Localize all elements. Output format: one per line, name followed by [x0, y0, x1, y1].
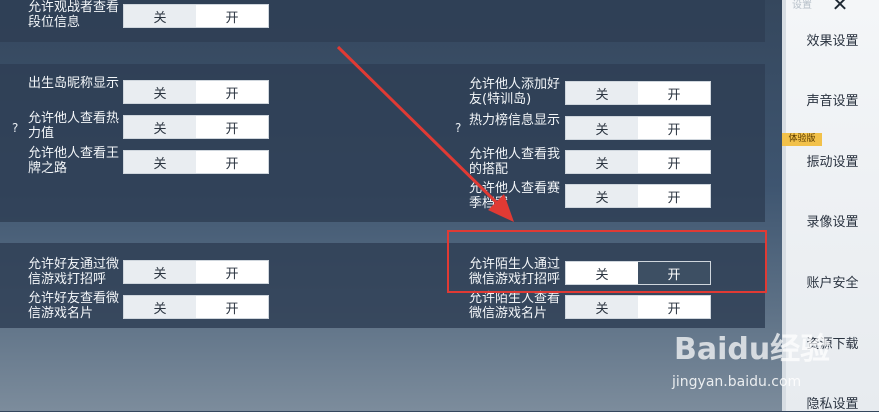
toggle-on-option[interactable]: 开 [196, 5, 268, 27]
toggle-off-option[interactable]: 关 [124, 261, 196, 283]
toggle-heat-value[interactable]: 关 开 [123, 115, 269, 139]
sidebar-item-recording[interactable]: 录像设置 [786, 211, 879, 230]
sidebar-item-vibration[interactable]: 振动设置 [786, 151, 879, 170]
toggle-heat-board[interactable]: 关 开 [565, 116, 711, 140]
sidebar-item-privacy[interactable]: 隐私设置 [786, 393, 879, 412]
toggle-on-option[interactable]: 开 [638, 262, 710, 284]
sidebar-item-sound[interactable]: 声音设置 [786, 90, 879, 109]
settings-sidebar: 效果设置 声音设置 振动设置 录像设置 账户安全 资源下载 隐私设置 [786, 0, 879, 412]
toggle-spawn-nickname[interactable]: 关 开 [123, 80, 269, 104]
toggle-on-option[interactable]: 开 [196, 261, 268, 283]
setting-label: 热力榜信息显示 [469, 113, 561, 128]
setting-label: 允许他人查看王牌之路 [28, 146, 120, 176]
setting-label: 允许好友查看微信游戏名片 [28, 291, 120, 321]
toggle-on-option[interactable]: 开 [196, 151, 268, 173]
toggle-on-option[interactable]: 开 [196, 116, 268, 138]
toggle-off-option[interactable]: 关 [566, 296, 638, 318]
sidebar-item-resource-download[interactable]: 资源下载 [786, 333, 879, 352]
help-icon[interactable]: ? [455, 121, 461, 135]
toggle-on-option[interactable]: 开 [638, 151, 710, 173]
setting-label: 允许他人查看赛季档案 [469, 181, 561, 211]
toggle-ace-road[interactable]: 关 开 [123, 150, 269, 174]
setting-label: 允许他人查看热力值 [28, 111, 120, 141]
toggle-stranger-greet[interactable]: 关 开 [565, 261, 711, 285]
toggle-off-option[interactable]: 关 [124, 116, 196, 138]
setting-label: 允许他人查看我的搭配 [469, 147, 561, 177]
toggle-friend-greet[interactable]: 关 开 [123, 260, 269, 284]
toggle-on-option[interactable]: 开 [638, 296, 710, 318]
setting-label: 允许观战者查看段位信息 [28, 0, 120, 30]
toggle-off-option[interactable]: 关 [566, 82, 638, 104]
sidebar-title: 设置 [792, 0, 812, 11]
toggle-off-option[interactable]: 关 [124, 296, 196, 318]
toggle-on-option[interactable]: 开 [638, 117, 710, 139]
help-icon[interactable]: ? [12, 121, 18, 135]
sidebar-item-effects[interactable]: 效果设置 [786, 30, 879, 49]
toggle-off-option[interactable]: 关 [124, 81, 196, 103]
toggle-season-archive[interactable]: 关 开 [565, 184, 711, 208]
toggle-add-friend[interactable]: 关 开 [565, 81, 711, 105]
toggle-on-option[interactable]: 开 [638, 82, 710, 104]
toggle-off-option[interactable]: 关 [566, 185, 638, 207]
setting-label: 允许他人添加好友(特训岛) [469, 77, 561, 107]
sidebar-item-account-security[interactable]: 账户安全 [786, 272, 879, 291]
toggle-on-option[interactable]: 开 [638, 185, 710, 207]
toggle-stranger-card[interactable]: 关 开 [565, 295, 711, 319]
close-icon[interactable]: ✕ [826, 0, 854, 16]
trial-badge: 体验版 [782, 133, 822, 146]
toggle-off-option[interactable]: 关 [566, 262, 638, 284]
toggle-spectator-rank[interactable]: 关 开 [123, 4, 269, 28]
toggle-off-option[interactable]: 关 [566, 151, 638, 173]
setting-label: 允许陌生人查看微信游戏名片 [469, 291, 561, 321]
toggle-off-option[interactable]: 关 [566, 117, 638, 139]
setting-label: 允许陌生人通过微信游戏打招呼 [469, 257, 561, 287]
setting-label: 允许好友通过微信游戏打招呼 [28, 257, 120, 287]
toggle-friend-card[interactable]: 关 开 [123, 295, 269, 319]
toggle-off-option[interactable]: 关 [124, 5, 196, 27]
toggle-on-option[interactable]: 开 [196, 296, 268, 318]
setting-label: 出生岛昵称显示 [28, 76, 120, 91]
toggle-off-option[interactable]: 关 [124, 151, 196, 173]
toggle-on-option[interactable]: 开 [196, 81, 268, 103]
toggle-outfit[interactable]: 关 开 [565, 150, 711, 174]
